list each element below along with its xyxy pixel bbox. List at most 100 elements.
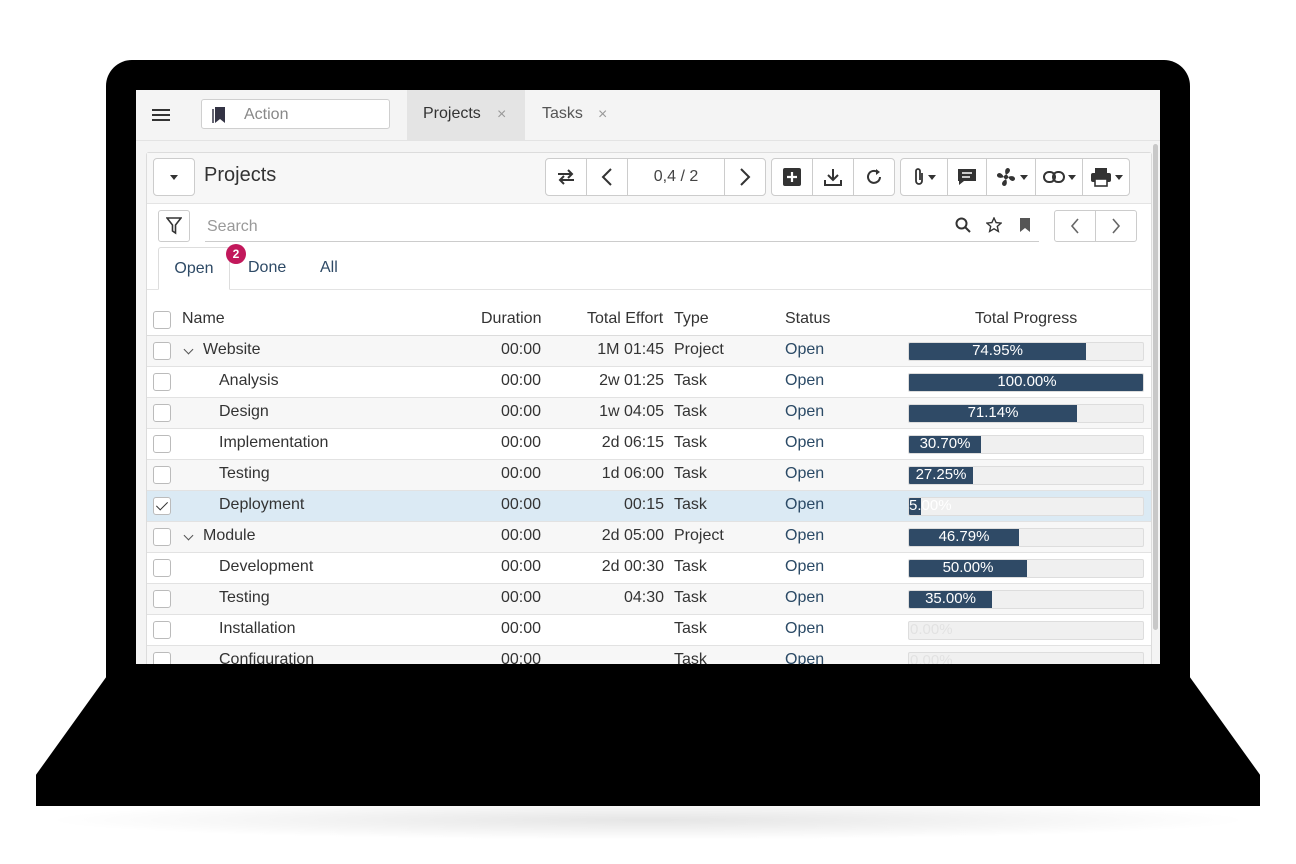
next-record-button[interactable] (724, 158, 766, 196)
table-row[interactable]: Website 00:00 1M 01:45 Project Open 74.95% (147, 336, 1151, 367)
chevron-left-icon (1070, 218, 1079, 234)
tab-tasks[interactable]: Tasks × (525, 90, 625, 140)
prev-page-button[interactable] (1054, 210, 1096, 242)
cell-duration: 00:00 (500, 558, 541, 575)
table-row[interactable]: Testing 00:00 1d 06:00 Task Open 27.25% (147, 460, 1151, 491)
swap-icon (558, 169, 574, 185)
tab-open[interactable]: Open 2 (158, 244, 246, 290)
cell-status: Open (785, 341, 825, 358)
table-row[interactable]: Testing 00:00 04:30 Task Open 35.00% (147, 584, 1151, 615)
close-icon[interactable]: × (598, 91, 607, 139)
link-button[interactable] (1035, 158, 1083, 196)
cell-duration: 00:00 (500, 527, 541, 544)
filter-button[interactable] (158, 210, 190, 242)
tab-done[interactable]: Done (248, 247, 286, 289)
pager-group: 0,4 / 2 (545, 158, 766, 196)
row-checkbox[interactable] (153, 497, 171, 515)
cell-name: Configuration (219, 651, 315, 664)
view-panel: Projects 0,4 / 2 Search Open 2 Done All … (146, 152, 1152, 664)
table-row[interactable]: Installation 00:00 Task Open 0.00% (147, 615, 1151, 646)
table-row[interactable]: Implementation 00:00 2d 06:15 Task Open 30.70… (147, 429, 1151, 460)
tab-label: Open (174, 260, 214, 277)
menu-icon[interactable] (152, 106, 170, 124)
attachment-button[interactable] (900, 158, 948, 196)
scrollbar[interactable] (1153, 144, 1158, 630)
table-row[interactable]: Design 00:00 1w 04:05 Task Open 71.14% (147, 398, 1151, 429)
column-header-effort[interactable]: Total Effort (587, 310, 663, 328)
cell-effort: 00:15 (623, 496, 664, 513)
cell-status: Open (785, 558, 825, 575)
tab-all[interactable]: All (320, 247, 338, 289)
caret-down-icon (1067, 174, 1076, 180)
messages-button[interactable] (947, 158, 987, 196)
table-row[interactable]: Deployment 00:00 00:15 Task Open 5.00% (147, 491, 1151, 522)
row-checkbox[interactable] (153, 373, 171, 391)
column-header-name[interactable]: Name (182, 310, 225, 328)
table-row[interactable]: Analysis 00:00 2w 01:25 Task Open 100.00% (147, 367, 1151, 398)
count-badge: 2 (226, 244, 246, 264)
progress-label: 27.25% (915, 466, 967, 483)
custom-tools-button[interactable] (986, 158, 1036, 196)
cell-name: Testing (219, 589, 270, 606)
progress-label: 30.70% (919, 435, 971, 452)
paperclip-icon (914, 168, 923, 185)
row-checkbox[interactable] (153, 652, 171, 664)
cell-type: Task (674, 496, 707, 513)
filter-tabs: Open 2 Done All (147, 244, 1151, 290)
cell-name: Testing (219, 465, 270, 482)
table-row[interactable]: Configuration 00:00 Task Open 0.00% (147, 646, 1151, 664)
cell-status: Open (785, 620, 825, 637)
close-icon[interactable]: × (497, 91, 506, 139)
row-checkbox[interactable] (153, 435, 171, 453)
star-icon[interactable] (986, 217, 1002, 233)
next-page-button[interactable] (1095, 210, 1137, 242)
record-actions-group (771, 158, 895, 196)
progress-bar: 74.95% (908, 342, 1144, 361)
view-menu-button[interactable] (153, 158, 195, 196)
cell-name: Design (219, 403, 269, 420)
row-checkbox[interactable] (153, 621, 171, 639)
progress-label: 74.95% (972, 342, 1023, 359)
progress-bar: 100.00% (908, 373, 1144, 392)
row-checkbox[interactable] (153, 559, 171, 577)
select-all-checkbox[interactable] (153, 311, 171, 329)
prev-record-button[interactable] (586, 158, 628, 196)
table-row[interactable]: Development 00:00 2d 00:30 Task Open 50.00% (147, 553, 1151, 584)
download-button[interactable] (812, 158, 854, 196)
column-header-duration[interactable]: Duration (481, 310, 541, 328)
cell-effort: 2d 06:15 (601, 434, 664, 451)
bookmark-icon[interactable] (1019, 217, 1031, 233)
chevron-down-icon[interactable] (183, 530, 194, 541)
new-button[interactable] (771, 158, 813, 196)
cell-status: Open (785, 496, 825, 513)
row-checkbox[interactable] (153, 590, 171, 608)
progress-bar: 0.00% (908, 652, 1144, 664)
search-input[interactable] (205, 213, 1039, 242)
refresh-button[interactable] (853, 158, 895, 196)
cell-status: Open (785, 589, 825, 606)
column-header-progress[interactable]: Total Progress (975, 310, 1077, 328)
search-icon[interactable] (955, 217, 971, 233)
column-header-type[interactable]: Type (674, 310, 709, 328)
progress-bar: 0.00% (908, 621, 1144, 640)
cell-type: Task (674, 589, 707, 606)
progress-bar: 35.00% (908, 590, 1144, 609)
row-checkbox[interactable] (153, 528, 171, 546)
swap-button[interactable] (545, 158, 587, 196)
progress-bar: 46.79% (908, 528, 1144, 547)
tab-projects[interactable]: Projects × (407, 90, 525, 140)
action-box[interactable] (201, 99, 390, 129)
action-input[interactable] (242, 104, 386, 126)
caret-down-icon (927, 174, 936, 180)
column-header-status[interactable]: Status (785, 310, 830, 328)
chevron-down-icon[interactable] (183, 344, 194, 355)
row-checkbox[interactable] (153, 466, 171, 484)
cell-effort: 2w 01:25 (599, 372, 664, 389)
table-row[interactable]: Module 00:00 2d 05:00 Project Open 46.79% (147, 522, 1151, 553)
cell-duration: 00:00 (500, 620, 541, 637)
row-checkbox[interactable] (153, 342, 171, 360)
progress-label: 71.14% (967, 404, 1019, 421)
row-checkbox[interactable] (153, 404, 171, 422)
progress-bar: 50.00% (908, 559, 1144, 578)
print-button[interactable] (1082, 158, 1130, 196)
